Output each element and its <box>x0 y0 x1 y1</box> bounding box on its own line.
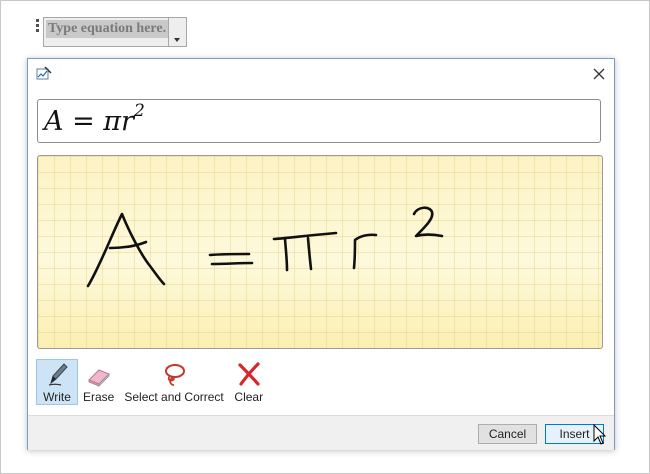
erase-tool-button[interactable]: Erase <box>78 359 119 405</box>
equation-preview: A = πr2 <box>37 99 601 143</box>
lasso-icon <box>159 359 189 387</box>
clear-tool-label: Clear <box>234 390 264 404</box>
equation-placeholder-text[interactable]: Type equation here. <box>46 20 169 38</box>
stroke-r <box>352 233 378 270</box>
stroke-two <box>412 206 444 238</box>
close-button[interactable] <box>588 63 610 85</box>
mouse-pointer-icon <box>593 423 607 451</box>
erase-tool-label: Erase <box>83 390 115 404</box>
stroke-pi-right <box>306 236 313 271</box>
handwriting-strokes <box>86 206 444 288</box>
clear-x-icon <box>234 359 264 387</box>
eraser-icon <box>84 359 114 387</box>
close-icon <box>593 68 605 80</box>
select-and-correct-tool-button[interactable]: Select and Correct <box>119 359 228 405</box>
stroke-equals-top <box>208 252 251 257</box>
preview-base: A = πr <box>44 106 134 137</box>
stroke-a-bar <box>108 240 148 250</box>
ink-tools-toolbar: Write Erase Select and Correct Clear <box>36 359 269 407</box>
stroke-equals-bottom <box>210 261 254 266</box>
write-tool-label: Write <box>43 390 71 404</box>
ink-equation-icon <box>36 66 52 85</box>
dialog-footer: Cancel Insert <box>28 415 614 450</box>
stroke-pi-left <box>283 237 289 272</box>
pen-icon <box>42 360 72 387</box>
equation-options-dropdown[interactable] <box>168 18 186 46</box>
handwriting-pad[interactable] <box>37 155 603 349</box>
cancel-button[interactable]: Cancel <box>478 424 537 444</box>
equation-box[interactable]: Type equation here. <box>43 17 188 47</box>
equation-placeholder[interactable]: Type equation here. <box>33 17 188 47</box>
ink-equation-dialog: A = πr2 Write Erase Select and Correct C… <box>27 58 615 450</box>
drag-handle-icon[interactable] <box>33 17 42 32</box>
preview-exponent: 2 <box>133 101 145 121</box>
dialog-titlebar <box>28 59 614 89</box>
clear-tool-button[interactable]: Clear <box>229 359 269 405</box>
stroke-pi-top <box>272 231 338 241</box>
select-and-correct-tool-label: Select and Correct <box>124 390 224 404</box>
stroke-a <box>86 212 166 288</box>
write-tool-button[interactable]: Write <box>36 359 78 405</box>
